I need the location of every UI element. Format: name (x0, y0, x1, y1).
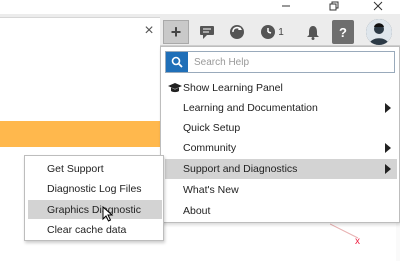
close-window-button[interactable] (358, 0, 398, 12)
minimize-icon (282, 5, 290, 7)
submenu-arrow-icon (385, 143, 391, 153)
document-tab[interactable] (0, 17, 160, 46)
chat-icon (200, 26, 214, 39)
menu-item-label: Quick Setup (183, 122, 241, 134)
jobs-button[interactable]: 1 (256, 20, 288, 44)
menu-item-community[interactable]: Community (165, 138, 397, 158)
submenu-item-label: Get Support (47, 162, 104, 175)
submenu-item-clear-cache[interactable]: Clear cache data (28, 220, 162, 239)
submenu-item-graphics-diagnostic[interactable]: Graphics Diagnostic (28, 200, 162, 219)
user-avatar[interactable] (366, 19, 392, 45)
submenu-item-get-support[interactable]: Get Support (28, 159, 162, 178)
sync-button[interactable] (226, 20, 248, 44)
minimize-button[interactable] (266, 0, 306, 12)
menu-item-about[interactable]: About (165, 201, 397, 221)
menu-item-label: About (183, 205, 211, 217)
submenu-item-label: Graphics Diagnostic (47, 203, 141, 216)
notifications-button[interactable] (302, 20, 324, 44)
menu-item-label: Support and Diagnostics (183, 163, 298, 175)
clock-icon (261, 25, 276, 39)
plus-icon: + (170, 21, 182, 42)
menu-item-label: What's New (183, 184, 239, 196)
add-button[interactable]: + (163, 20, 189, 44)
bell-icon (307, 25, 319, 40)
menu-item-label: Learning and Documentation (183, 102, 318, 114)
menu-item-label: Community (183, 142, 237, 154)
comments-button[interactable] (196, 20, 218, 44)
search-icon (171, 56, 183, 68)
menu-item-support-diagnostics[interactable]: Support and Diagnostics (165, 159, 397, 179)
restore-icon (329, 1, 339, 11)
mortarboard-icon (168, 83, 182, 93)
menu-item-quick-setup[interactable]: Quick Setup (165, 118, 397, 138)
submenu-item-label: Clear cache data (47, 223, 127, 236)
submenu-item-label: Diagnostic Log Files (47, 182, 142, 195)
highlight-bar (0, 121, 160, 147)
close-icon (373, 1, 383, 11)
menu-item-whats-new[interactable]: What's New (165, 180, 397, 200)
submenu-arrow-icon (385, 103, 391, 113)
avatar-icon (366, 19, 392, 45)
submenu-item-diagnostic-log-files[interactable]: Diagnostic Log Files (28, 179, 162, 198)
search-button[interactable] (166, 52, 188, 72)
tab-close-icon[interactable]: × (141, 23, 157, 39)
help-icon: ? (339, 24, 347, 40)
pointer-cursor-icon (102, 206, 114, 222)
help-button[interactable]: ? (332, 20, 354, 44)
menu-item-show-learning-panel[interactable]: Show Learning Panel (165, 78, 397, 98)
support-submenu: Get Support Diagnostic Log Files Graphic… (24, 155, 164, 241)
sync-icon (230, 25, 244, 39)
jobs-count: 1 (278, 26, 284, 38)
axis-marker: x (355, 236, 360, 247)
menu-item-learning-documentation[interactable]: Learning and Documentation (165, 98, 397, 118)
help-search (165, 51, 395, 73)
restore-button[interactable] (314, 0, 354, 12)
help-menu: Show Learning Panel Learning and Documen… (160, 46, 400, 223)
menu-item-label: Show Learning Panel (183, 82, 283, 94)
submenu-arrow-icon (385, 164, 391, 174)
search-input[interactable] (188, 52, 388, 72)
